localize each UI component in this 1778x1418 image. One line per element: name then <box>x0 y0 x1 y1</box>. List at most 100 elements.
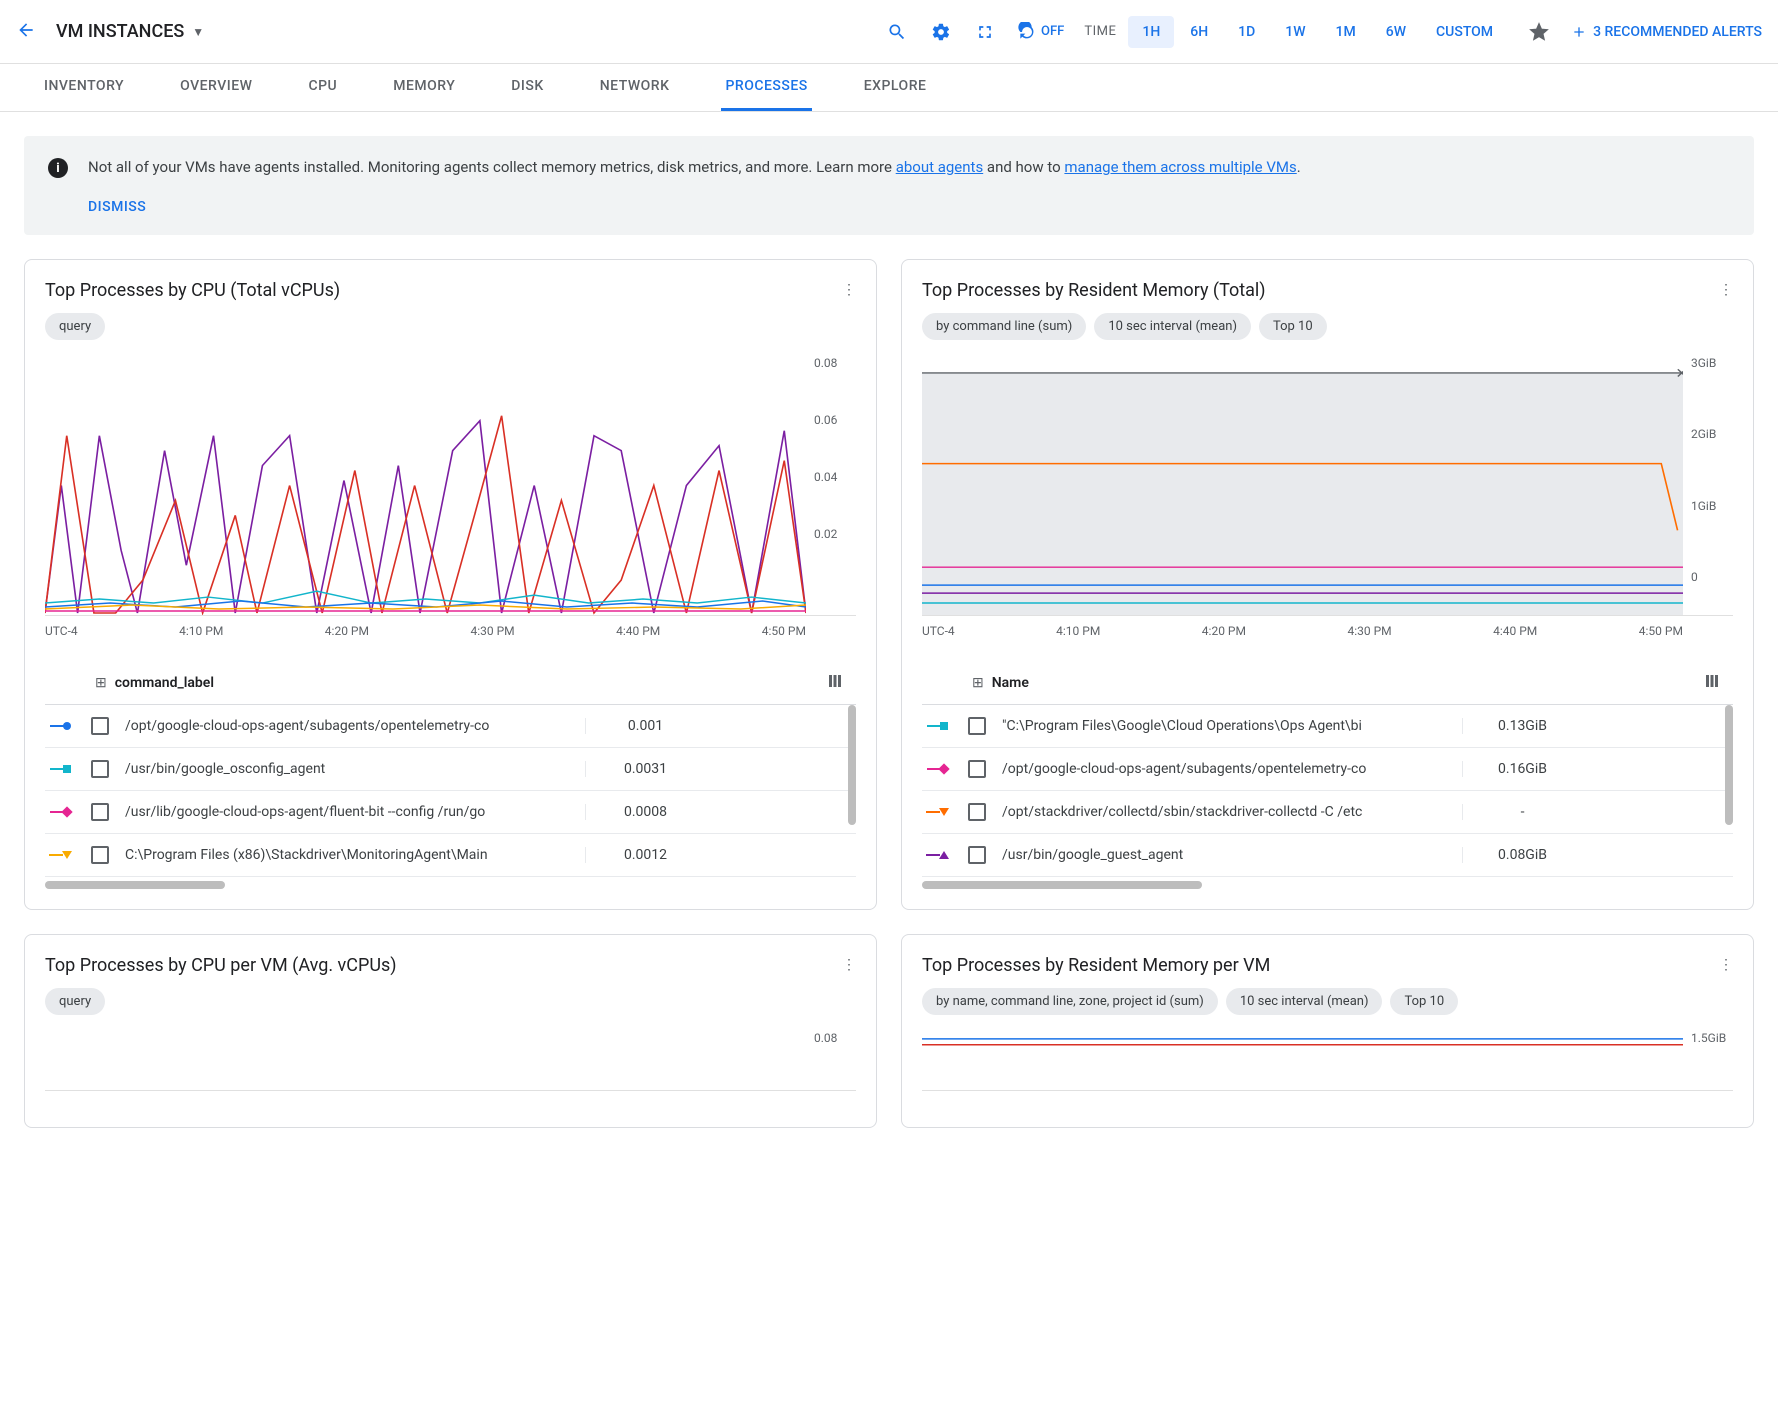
tab-explore[interactable]: EXPLORE <box>860 64 931 111</box>
row-value: 0.0031 <box>585 761 705 777</box>
row-checkbox[interactable] <box>968 717 986 735</box>
recommended-alerts-button[interactable]: 3 RECOMMENDED ALERTS <box>1571 24 1762 40</box>
link-about-agents[interactable]: about agents <box>896 158 984 176</box>
row-value: 0.13GiB <box>1462 718 1582 734</box>
scrollbar-horizontal[interactable] <box>922 881 1202 889</box>
scrollbar-horizontal[interactable] <box>45 881 225 889</box>
breakdown-icon: ⊞ <box>972 675 984 691</box>
row-label: "C:\Program Files\Google\Cloud Operation… <box>1002 718 1462 734</box>
auto-refresh-toggle[interactable]: OFF <box>1009 22 1072 42</box>
columns-icon[interactable] <box>1703 672 1721 694</box>
time-range-6h[interactable]: 6H <box>1176 16 1222 48</box>
info-icon: i <box>48 158 68 178</box>
chart-svg <box>922 1031 1683 1090</box>
row-checkbox[interactable] <box>91 760 109 778</box>
row-label: /opt/stackdriver/collectd/sbin/stackdriv… <box>1002 804 1462 820</box>
row-checkbox[interactable] <box>91 717 109 735</box>
table-row: /opt/google-cloud-ops-agent/subagents/op… <box>922 748 1733 791</box>
row-checkbox[interactable] <box>968 760 986 778</box>
card-title: Top Processes by CPU per VM (Avg. vCPUs) <box>45 955 397 976</box>
row-label: C:\Program Files (x86)\Stackdriver\Monit… <box>125 847 585 863</box>
time-range-1m[interactable]: 1M <box>1322 16 1370 48</box>
x-axis: UTC-4 4:10 PM 4:20 PM 4:30 PM 4:40 PM 4:… <box>45 616 856 638</box>
time-range-1h[interactable]: 1H <box>1128 16 1174 48</box>
favorite-button[interactable] <box>1519 12 1559 52</box>
card-menu-button[interactable]: ⋮ <box>1719 282 1733 298</box>
refresh-icon <box>1017 22 1037 42</box>
row-label: /opt/google-cloud-ops-agent/subagents/op… <box>125 718 585 734</box>
chip[interactable]: Top 10 <box>1259 313 1327 340</box>
row-value: 0.001 <box>585 718 705 734</box>
fullscreen-button[interactable] <box>965 12 1005 52</box>
page-title-dropdown[interactable]: VM INSTANCES ▼ <box>56 21 204 42</box>
legend-table-body[interactable]: "C:\Program Files\Google\Cloud Operation… <box>922 705 1733 877</box>
row-checkbox[interactable] <box>968 846 986 864</box>
row-value: 0.0008 <box>585 804 705 820</box>
scrollbar-vertical[interactable] <box>848 705 856 825</box>
y-axis: 1.5GiB <box>1683 1031 1733 1090</box>
card-cpu-vm: Top Processes by CPU per VM (Avg. vCPUs)… <box>24 934 877 1128</box>
search-button[interactable] <box>877 12 917 52</box>
tabs: INVENTORY OVERVIEW CPU MEMORY DISK NETWO… <box>0 64 1778 112</box>
chip[interactable]: by name, command line, zone, project id … <box>922 988 1218 1015</box>
chip[interactable]: query <box>45 313 105 340</box>
card-menu-button[interactable]: ⋮ <box>842 282 856 298</box>
card-title: Top Processes by Resident Memory per VM <box>922 955 1270 976</box>
row-value: - <box>1462 804 1582 820</box>
row-checkbox[interactable] <box>968 803 986 821</box>
scrollbar-vertical[interactable] <box>1725 705 1733 825</box>
legend-column-header: Name <box>992 675 1703 691</box>
row-value: 0.16GiB <box>1462 761 1582 777</box>
card-title: Top Processes by CPU (Total vCPUs) <box>45 280 340 301</box>
card-menu-button[interactable]: ⋮ <box>842 957 856 973</box>
tab-network[interactable]: NETWORK <box>596 64 674 111</box>
legend-table-body[interactable]: /opt/google-cloud-ops-agent/subagents/op… <box>45 705 856 877</box>
row-label: /opt/google-cloud-ops-agent/subagents/op… <box>1002 761 1462 777</box>
card-mem-vm: Top Processes by Resident Memory per VM … <box>901 934 1754 1128</box>
time-range-1d[interactable]: 1D <box>1224 16 1269 48</box>
table-row: /opt/google-cloud-ops-agent/subagents/op… <box>45 705 856 748</box>
settings-button[interactable] <box>921 12 961 52</box>
row-checkbox[interactable] <box>91 803 109 821</box>
tab-cpu[interactable]: CPU <box>304 64 341 111</box>
time-range-6w[interactable]: 6W <box>1372 16 1420 48</box>
fullscreen-icon <box>975 22 995 42</box>
chip[interactable]: query <box>45 988 105 1015</box>
cards-grid: Top Processes by CPU (Total vCPUs) ⋮ que… <box>0 259 1778 1152</box>
tab-processes[interactable]: PROCESSES <box>721 64 811 111</box>
legend-column-header: command_label <box>115 675 826 691</box>
plus-icon <box>1571 24 1587 40</box>
agent-banner: i Not all of your VMs have agents instal… <box>24 136 1754 235</box>
card-title: Top Processes by Resident Memory (Total) <box>922 280 1266 301</box>
row-value: 0.08GiB <box>1462 847 1582 863</box>
chip[interactable]: 10 sec interval (mean) <box>1226 988 1383 1015</box>
chart-svg <box>45 356 806 615</box>
columns-icon[interactable] <box>826 672 844 694</box>
link-manage-agents[interactable]: manage them across multiple VMs <box>1064 158 1296 176</box>
back-button[interactable] <box>16 20 36 44</box>
chart-mem-total: ✕ 3GiB 2GiB 1GiB 0 UTC-4 4:10 PM 4:20 PM… <box>922 356 1733 646</box>
tab-inventory[interactable]: INVENTORY <box>40 64 128 111</box>
dismiss-button[interactable]: DISMISS <box>88 199 1730 215</box>
tab-memory[interactable]: MEMORY <box>389 64 459 111</box>
chip[interactable]: Top 10 <box>1390 988 1458 1015</box>
chip[interactable]: 10 sec interval (mean) <box>1094 313 1251 340</box>
time-range-group: 1H 6H 1D 1W 1M 6W CUSTOM <box>1128 16 1507 48</box>
time-range-1w[interactable]: 1W <box>1271 16 1319 48</box>
tab-disk[interactable]: DISK <box>507 64 547 111</box>
row-value: 0.0012 <box>585 847 705 863</box>
chart-cpu-total: 0.08 0.06 0.04 0.02 UTC-4 4:10 PM 4:20 P… <box>45 356 856 646</box>
star-icon <box>1529 22 1549 42</box>
page-title-text: VM INSTANCES <box>56 21 184 42</box>
banner-text: Not all of your VMs have agents installe… <box>88 156 1730 179</box>
card-mem-total: Top Processes by Resident Memory (Total)… <box>901 259 1754 910</box>
row-label: /usr/bin/google_guest_agent <box>1002 847 1462 863</box>
chip[interactable]: by command line (sum) <box>922 313 1086 340</box>
table-row: /usr/lib/google-cloud-ops-agent/fluent-b… <box>45 791 856 834</box>
tab-overview[interactable]: OVERVIEW <box>176 64 256 111</box>
breakdown-icon: ⊞ <box>95 675 107 691</box>
card-menu-button[interactable]: ⋮ <box>1719 957 1733 973</box>
gear-icon <box>931 22 951 42</box>
row-checkbox[interactable] <box>91 846 109 864</box>
time-range-custom[interactable]: CUSTOM <box>1422 16 1507 48</box>
